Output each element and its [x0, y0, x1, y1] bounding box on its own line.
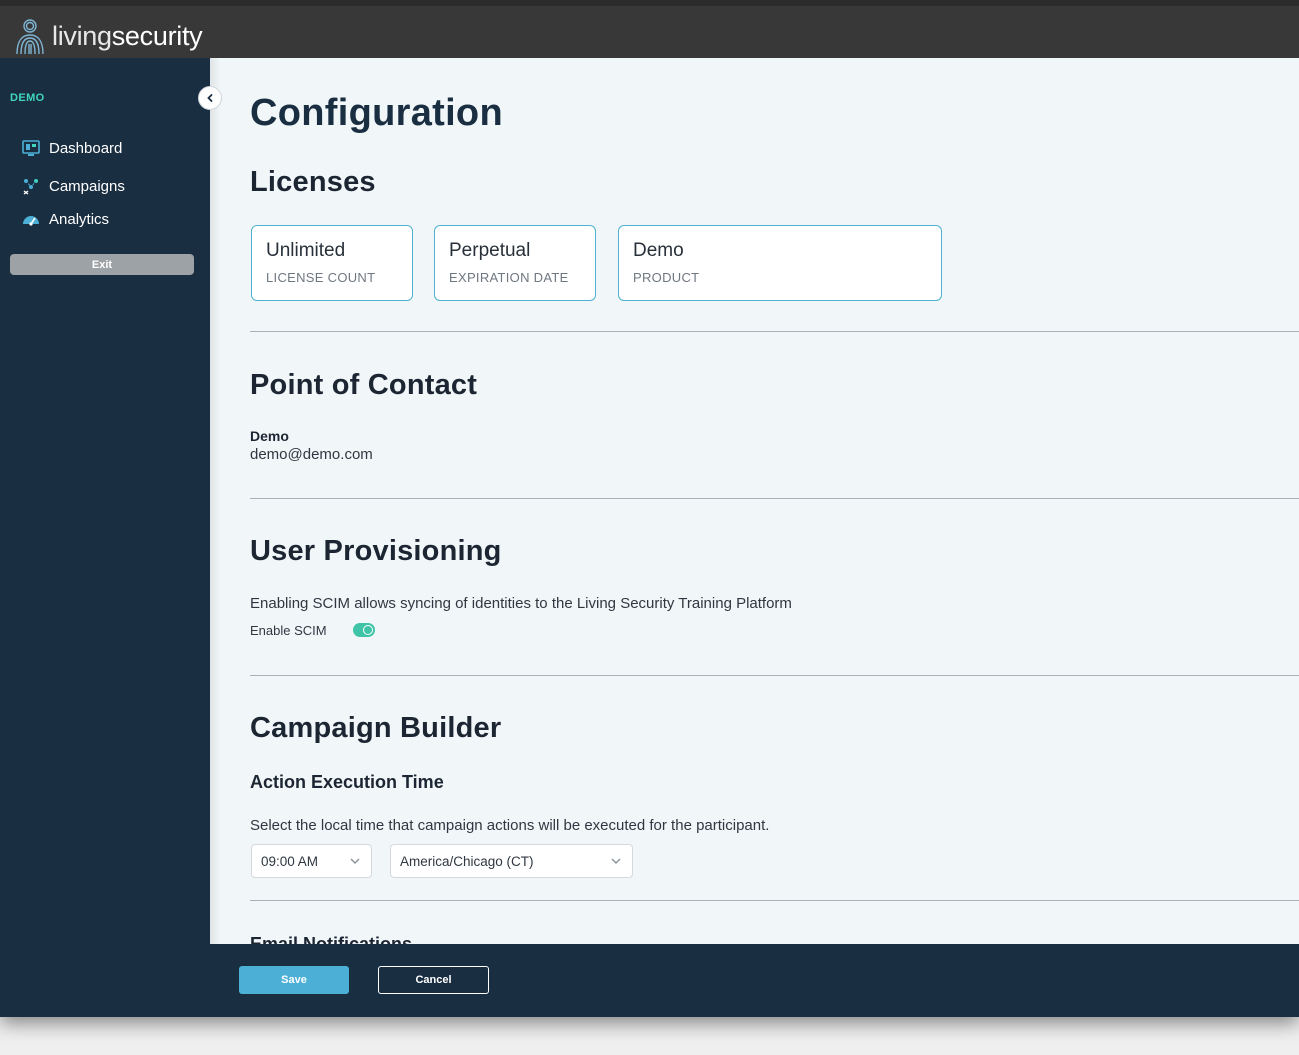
sidebar: DEMO Dashboard Campaigns Analytics Exit [0, 58, 210, 1017]
brand-name: livingsecurity [52, 20, 203, 52]
sidebar-item-dashboard[interactable]: Dashboard [22, 137, 122, 159]
brand-name-light: living [52, 20, 112, 51]
expiration-date-card: Perpetual EXPIRATION DATE [434, 225, 596, 301]
dashboard-icon [22, 140, 40, 156]
toggle-knob [363, 625, 373, 635]
sidebar-item-campaigns[interactable]: Campaigns [22, 175, 125, 197]
campaigns-icon [23, 179, 38, 195]
time-select-value: 09:00 AM [261, 854, 319, 869]
product-value: Demo [633, 240, 684, 261]
exit-button[interactable]: Exit [10, 254, 194, 275]
divider [250, 675, 1299, 676]
contact-email: demo@demo.com [250, 446, 373, 463]
sidebar-item-label: Campaigns [49, 177, 125, 195]
sidebar-item-analytics[interactable]: Analytics [22, 208, 109, 230]
timezone-select-value: America/Chicago (CT) [400, 854, 534, 869]
licenses-heading: Licenses [250, 166, 376, 198]
contact-name: Demo [250, 428, 289, 444]
license-count-value: Unlimited [266, 240, 346, 261]
divider [250, 498, 1299, 499]
license-count-card: Unlimited LICENSE COUNT [251, 225, 413, 301]
sidebar-item-label: Analytics [49, 210, 110, 228]
enable-scim-toggle[interactable] [353, 623, 375, 637]
org-label: DEMO [10, 92, 45, 104]
chevron-down-icon [611, 858, 621, 864]
sidebar-collapse-button[interactable] [198, 86, 222, 110]
main-content[interactable]: Configuration Licenses Unlimited LICENSE… [210, 58, 1299, 944]
save-button[interactable]: Save [239, 966, 349, 994]
chevron-down-icon [350, 858, 360, 864]
analytics-icon [23, 216, 39, 226]
enable-scim-label: Enable SCIM [250, 623, 327, 638]
divider [250, 331, 1299, 332]
expiration-date-value: Perpetual [449, 240, 531, 261]
divider [250, 900, 1299, 901]
product-card: Demo PRODUCT [618, 225, 942, 301]
license-count-caption: LICENSE COUNT [266, 270, 376, 285]
scim-description: Enabling SCIM allows syncing of identiti… [250, 595, 792, 612]
product-caption: PRODUCT [633, 270, 700, 285]
cancel-button[interactable]: Cancel [378, 966, 489, 994]
top-bar: livingsecurity [0, 0, 1299, 58]
email-notifications-heading: Email Notifications [250, 934, 413, 944]
sidebar-item-label: Dashboard [49, 139, 123, 157]
campaign-builder-heading: Campaign Builder [250, 712, 502, 744]
main-shadow [210, 58, 220, 944]
time-select[interactable]: 09:00 AM [251, 844, 372, 878]
fingerprint-person-logo-icon [16, 19, 44, 55]
brand-name-bold: security [111, 20, 203, 51]
action-footer: Save Cancel [210, 944, 1299, 1017]
expiration-date-caption: EXPIRATION DATE [449, 270, 569, 285]
execution-time-description: Select the local time that campaign acti… [250, 817, 770, 834]
chevron-left-icon [207, 94, 213, 102]
point-of-contact-heading: Point of Contact [250, 369, 478, 401]
app-window: livingsecurity DEMO Dashboard Campaigns [0, 0, 1299, 1017]
page-title: Configuration [250, 92, 503, 134]
timezone-select[interactable]: America/Chicago (CT) [390, 844, 633, 878]
user-provisioning-heading: User Provisioning [250, 535, 502, 567]
action-execution-time-heading: Action Execution Time [250, 772, 444, 792]
brand-logo[interactable]: livingsecurity [12, 16, 203, 56]
